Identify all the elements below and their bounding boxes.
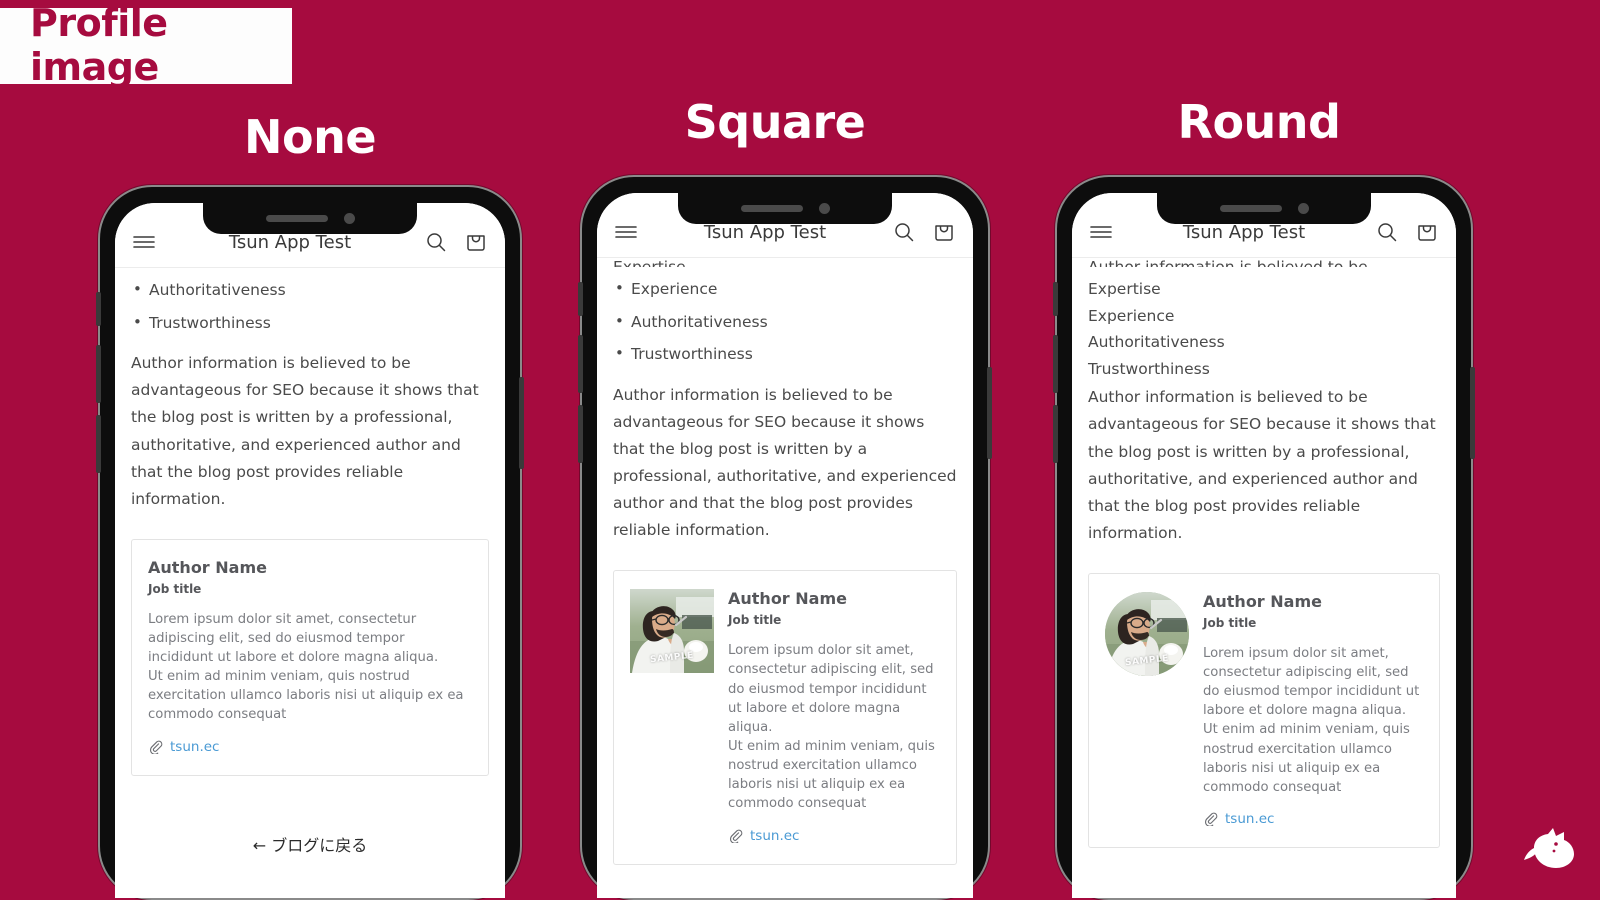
list-item: Authoritativeness (613, 309, 957, 336)
author-bio: Lorem ipsum dolor sit amet, consectetur … (1203, 645, 1420, 795)
front-camera-icon (1297, 203, 1309, 214)
search-icon[interactable] (1374, 219, 1400, 245)
shopping-bag-icon[interactable] (931, 219, 957, 245)
article-content-square: Expertise Experience Authoritativeness T… (597, 258, 973, 898)
phone-notch (203, 203, 417, 234)
list-item: Authoritativeness (1088, 333, 1225, 352)
list-item: Trustworthiness (613, 341, 957, 368)
dog-head-logo (1520, 826, 1578, 874)
list-item: Experience (613, 276, 957, 303)
author-link-text: tsun.ec (750, 827, 800, 844)
power-button[interactable] (519, 377, 524, 469)
author-profile-image-square: SAMPLE (630, 589, 714, 674)
article-content-none: Authoritativeness Trustworthiness Author… (115, 268, 505, 898)
volume-down-button[interactable] (96, 415, 101, 473)
phone-mockup-none: Tsun App Test Authoritativeness Trustwor… (96, 185, 524, 900)
article-paragraph: Author information is believed to be adv… (131, 354, 479, 508)
phone-screen-square: Tsun App Test Expertise Experience Autho… (597, 193, 973, 898)
search-icon[interactable] (891, 219, 917, 245)
author-link-text: tsun.ec (170, 738, 220, 755)
article-content-round: Author information is believed to be adv… (1072, 258, 1456, 898)
earpiece-speaker-icon (1219, 205, 1282, 212)
hamburger-menu-icon[interactable] (131, 229, 157, 255)
volume-up-button[interactable] (1053, 335, 1058, 393)
front-camera-icon (818, 203, 830, 214)
phone-notch (678, 193, 892, 224)
clipped-text-line: Author information is believed to be adv… (1088, 258, 1368, 267)
author-card: Author Name Job title Lorem ipsum dolor … (131, 538, 489, 776)
front-camera-icon (343, 213, 355, 224)
author-name: Author Name (728, 589, 847, 609)
column-heading-none: None (243, 110, 377, 164)
list-item: Experience (1088, 306, 1175, 325)
column-heading-round: Round (1177, 95, 1341, 149)
volume-up-button[interactable] (578, 335, 583, 393)
clipped-list-item: Expertise (613, 258, 686, 267)
author-link-text: tsun.ec (1225, 810, 1275, 827)
volume-down-button[interactable] (1053, 405, 1058, 463)
author-card-body: Author Name Job title Lorem ipsum dolor … (148, 558, 472, 755)
page-title-badge: Profile image (0, 1, 292, 89)
author-name: Author Name (1203, 592, 1322, 611)
author-card: SAMPLE Author Name Job title Lorem ipsum… (1088, 573, 1440, 848)
back-to-blog-link[interactable]: ← ブログに戻る (131, 832, 489, 856)
author-website-link[interactable]: tsun.ec (148, 739, 472, 755)
hamburger-menu-icon[interactable] (613, 219, 639, 245)
silent-switch-button[interactable] (578, 282, 583, 316)
earpiece-speaker-icon (740, 205, 803, 212)
paperclip-icon (728, 828, 743, 844)
author-job-title: Job title (148, 581, 202, 596)
author-job-title: Job title (728, 613, 782, 628)
phone-notch (1157, 193, 1371, 224)
author-job-title: Job title (1203, 615, 1257, 630)
column-heading-square: Square (684, 95, 866, 149)
paperclip-icon (1203, 811, 1218, 828)
page-title: Profile image (30, 1, 168, 89)
phone-screen-none: Tsun App Test Authoritativeness Trustwor… (115, 203, 505, 898)
author-card-body: Author Name Job title Lorem ipsum dolor … (1203, 592, 1423, 828)
author-website-link[interactable]: tsun.ec (1203, 810, 1423, 828)
author-card: SAMPLE Author Name Job title Lorem ipsum… (613, 570, 957, 865)
author-name: Author Name (148, 557, 267, 577)
power-button[interactable] (987, 367, 992, 459)
volume-down-button[interactable] (578, 405, 583, 463)
silent-switch-button[interactable] (96, 292, 101, 326)
eeat-list: Authoritativeness Trustworthiness (131, 277, 489, 337)
article-paragraph: Author information is believed to be adv… (613, 385, 957, 540)
phone-mockup-round: Tsun App Test Author information is beli… (1053, 175, 1475, 900)
shopping-bag-icon[interactable] (1414, 219, 1440, 245)
power-button[interactable] (1470, 367, 1475, 459)
shopping-bag-icon[interactable] (463, 229, 489, 255)
earpiece-speaker-icon (265, 215, 328, 222)
phone-screen-round: Tsun App Test Author information is beli… (1072, 193, 1456, 898)
list-item: Trustworthiness (131, 310, 489, 337)
eeat-list: Experience Authoritativeness Trustworthi… (613, 276, 957, 368)
author-website-link[interactable]: tsun.ec (728, 828, 940, 844)
paperclip-icon (148, 739, 163, 755)
author-bio: Lorem ipsum dolor sit amet, consectetur … (148, 611, 464, 723)
search-icon[interactable] (423, 229, 449, 255)
silent-switch-button[interactable] (1053, 282, 1058, 316)
author-card-body: Author Name Job title Lorem ipsum dolor … (728, 589, 940, 844)
list-item: Trustworthiness (1088, 359, 1210, 378)
article-paragraph: Author information is believed to be adv… (1088, 388, 1436, 542)
list-item: Expertise (1088, 280, 1161, 298)
author-bio: Lorem ipsum dolor sit amet, consectetur … (728, 643, 935, 812)
list-item: Authoritativeness (131, 277, 489, 304)
hamburger-menu-icon[interactable] (1088, 219, 1114, 245)
eeat-list: Expertise Experience Authoritativeness T… (1088, 277, 1440, 382)
volume-up-button[interactable] (96, 345, 101, 403)
author-profile-image-round: SAMPLE (1105, 592, 1189, 676)
phone-mockup-square: Tsun App Test Expertise Experience Autho… (578, 175, 992, 900)
